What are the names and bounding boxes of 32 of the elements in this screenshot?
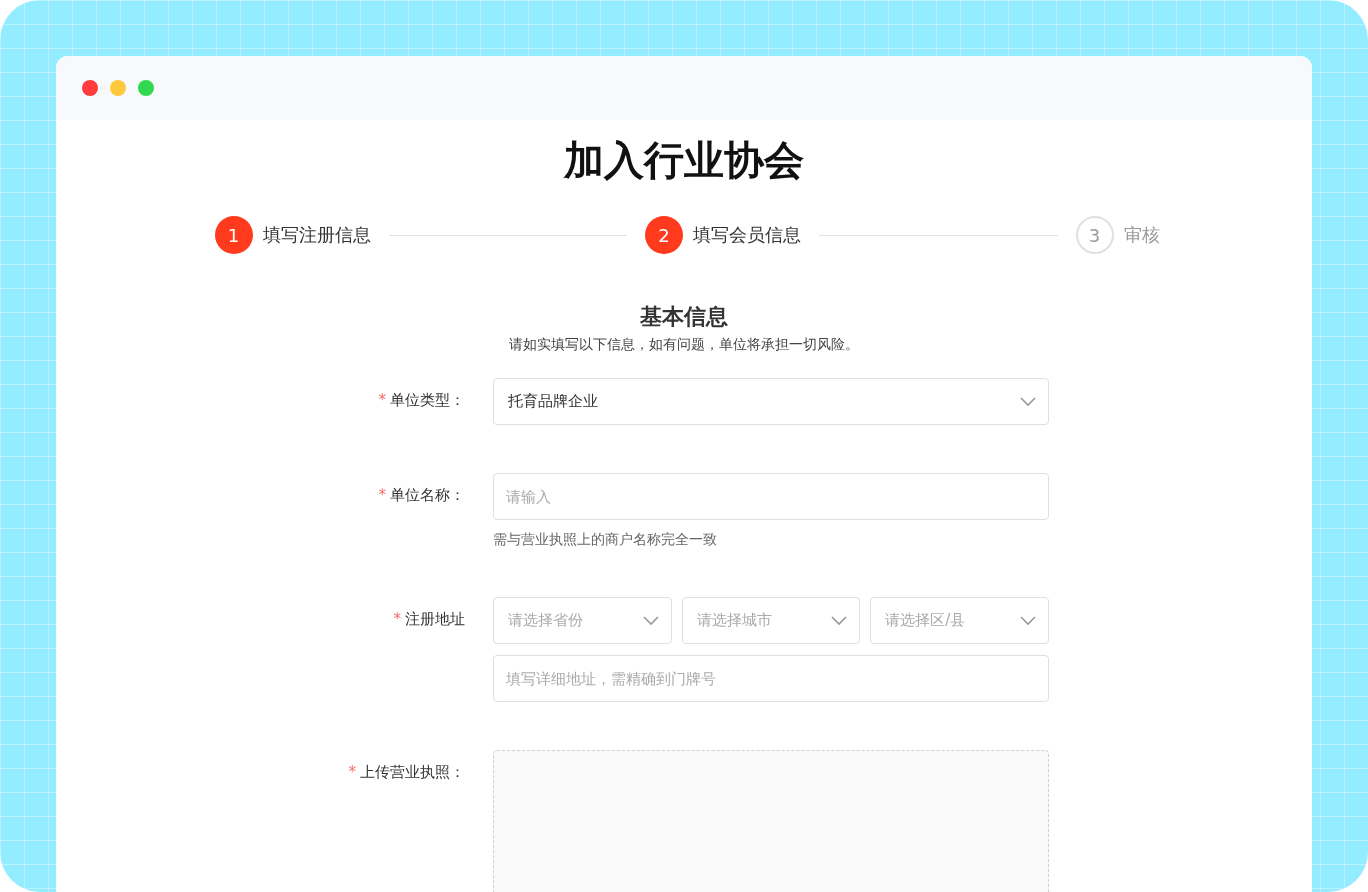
step-label: 审核 <box>1123 223 1160 247</box>
chevron-down-icon <box>642 615 659 626</box>
maximize-icon[interactable] <box>138 80 154 96</box>
chevron-down-icon <box>831 615 848 626</box>
minimize-icon[interactable] <box>110 80 126 96</box>
required-mark: * <box>378 486 386 504</box>
select-field[interactable]: 请选择区/县 <box>870 597 1049 644</box>
input-field[interactable]: 请输入 <box>493 473 1049 520</box>
step-number: 3 <box>1075 216 1114 254</box>
page-title: 加入行业协会 <box>564 136 804 185</box>
step-number: 2 <box>645 216 683 254</box>
input-field[interactable]: 填写详细地址，需精确到门牌号 <box>493 655 1049 702</box>
required-mark: * <box>378 391 386 409</box>
field-label: 注册地址 <box>405 610 465 629</box>
step-number: 1 <box>214 216 253 254</box>
field-label: 上传营业执照： <box>360 763 465 782</box>
select-field[interactable]: 托育品牌企业 <box>493 378 1049 425</box>
required-mark: * <box>348 763 356 781</box>
close-icon[interactable] <box>82 80 98 96</box>
section-title: 基本信息 <box>640 303 728 331</box>
field-label: 单位类型： <box>390 391 465 410</box>
step-label: 填写会员信息 <box>693 223 801 247</box>
required-mark: * <box>393 610 401 628</box>
field-label: 单位名称： <box>390 486 465 505</box>
step-label: 填写注册信息 <box>262 223 371 247</box>
chevron-down-icon <box>1020 615 1036 626</box>
upload-area[interactable] <box>493 750 1049 892</box>
field-hint: 需与营业执照上的商户名称完全一致 <box>493 531 718 549</box>
chevron-down-icon <box>1020 396 1036 407</box>
select-field[interactable]: 请选择省份 <box>493 597 672 644</box>
select-field[interactable]: 请选择城市 <box>681 597 861 644</box>
section-subtitle: 请如实填写以下信息，如有问题，单位将承担一切风险。 <box>509 336 859 354</box>
